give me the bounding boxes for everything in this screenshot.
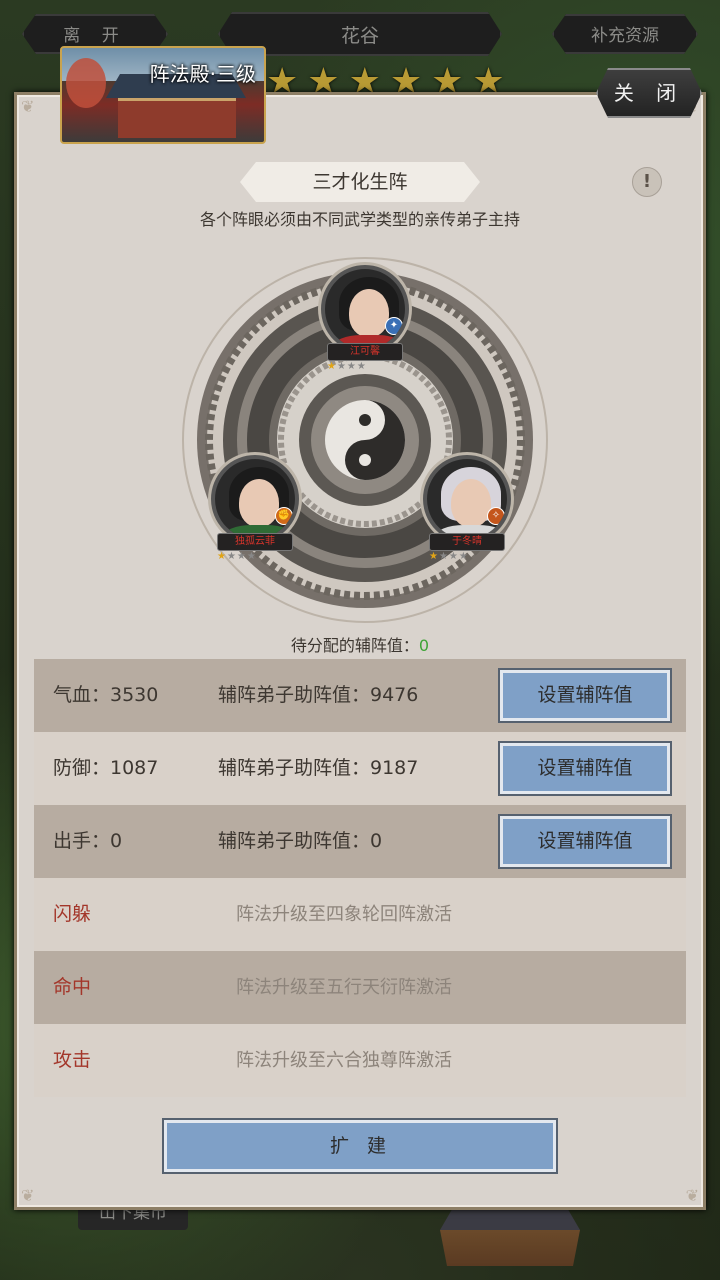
formation-name: 三才化生阵 [240,162,480,202]
corner-ornament-icon: ❦ [21,1186,35,1205]
star-icon: ★ [327,361,337,372]
allocation-line: 待分配的辅阵值：0 [0,632,720,656]
stat-value: 防御：1087 [53,757,159,779]
disciple-stars: ★★★★ [417,551,517,563]
assist-value: 辅阵弟子助阵值：9476 [218,684,419,706]
set-assist-button[interactable]: 设置辅阵值 [500,816,670,867]
stat-value: 气血：3530 [53,684,159,706]
star-icon: ★★★ [226,551,257,562]
disciple-slot-left[interactable]: ✊ 独孤云菲 ★★★★ [205,455,305,563]
disciple-portrait: ✧ [423,455,511,543]
disciple-name: 独孤云菲 [217,533,293,551]
tree-icon [66,58,106,108]
disciple-stars: ★★★★ [205,551,305,563]
locked-row-attack: 攻击 阵法升级至六合独尊阵激活 [34,1024,686,1097]
building-title: 阵法殿·三级 [149,62,256,86]
locked-row-dodge: 闪躲 阵法升级至四象轮回阵激活 [34,878,686,951]
star-icon: ★ [217,551,227,562]
info-icon[interactable]: ! [632,167,662,197]
locked-stat-label: 闪躲 [53,903,92,925]
formation-wheel: ✦ 江可馨 ★★★★ ✊ 独孤云菲 ★★★★ ✧ 于冬晴 ★★★★ [170,245,560,635]
disciple-name: 江可馨 [327,343,403,361]
hall-wall [118,98,236,138]
unlock-hint: 阵法升级至四象轮回阵激活 [236,904,452,925]
stat-row-hp: 气血：3530 辅阵弟子助阵值：9476 设置辅阵值 [34,659,686,732]
building-card: 阵法殿·三级 [60,46,266,144]
locked-row-hit: 命中 阵法升级至五行天衍阵激活 [34,951,686,1024]
close-button[interactable]: 关 闭 [596,68,702,118]
unlock-hint: 阵法升级至五行天衍阵激活 [236,977,452,998]
assist-value: 辅阵弟子助阵值：0 [218,830,383,852]
disciple-portrait: ✊ [211,455,299,543]
expand-button[interactable]: 扩建 [164,1120,556,1172]
disciple-slot-top[interactable]: ✦ 江可馨 ★★★★ [315,265,415,373]
replenish-resources-button[interactable]: 补充资源 [552,14,698,54]
blade-skill-icon: ✧ [487,507,505,525]
star-icon: ★★★ [336,361,367,372]
disciple-name: 于冬晴 [429,533,505,551]
locked-stat-label: 命中 [53,976,92,998]
allocation-value: 0 [418,636,430,655]
fist-skill-icon: ✊ [275,507,293,525]
disciple-stars: ★★★★ [315,361,415,373]
market-building [440,1206,580,1266]
stat-row-defense: 防御：1087 辅阵弟子助阵值：9187 设置辅阵值 [34,732,686,805]
disciple-portrait: ✦ [321,265,409,353]
corner-ornament-icon: ❦ [21,97,35,116]
stat-row-speed: 出手：0 辅阵弟子助阵值：0 设置辅阵值 [34,805,686,878]
formation-description: 各个阵眼必须由不同武学类型的亲传弟子主持 [199,210,520,229]
stat-value: 出手：0 [53,830,123,852]
allocation-label: 待分配的辅阵值： [290,636,419,655]
star-icon: ★★★ [438,551,469,562]
assist-value: 辅阵弟子助阵值：9187 [218,757,419,779]
set-assist-button[interactable]: 设置辅阵值 [500,743,670,794]
disciple-slot-right[interactable]: ✧ 于冬晴 ★★★★ [417,455,517,563]
locked-stat-label: 攻击 [53,1049,92,1071]
star-icon: ★ [429,551,439,562]
corner-ornament-icon: ❦ [685,1186,699,1205]
unlock-hint: 阵法升级至六合独尊阵激活 [236,1050,452,1071]
sword-skill-icon: ✦ [385,317,403,335]
set-assist-button[interactable]: 设置辅阵值 [500,670,670,721]
